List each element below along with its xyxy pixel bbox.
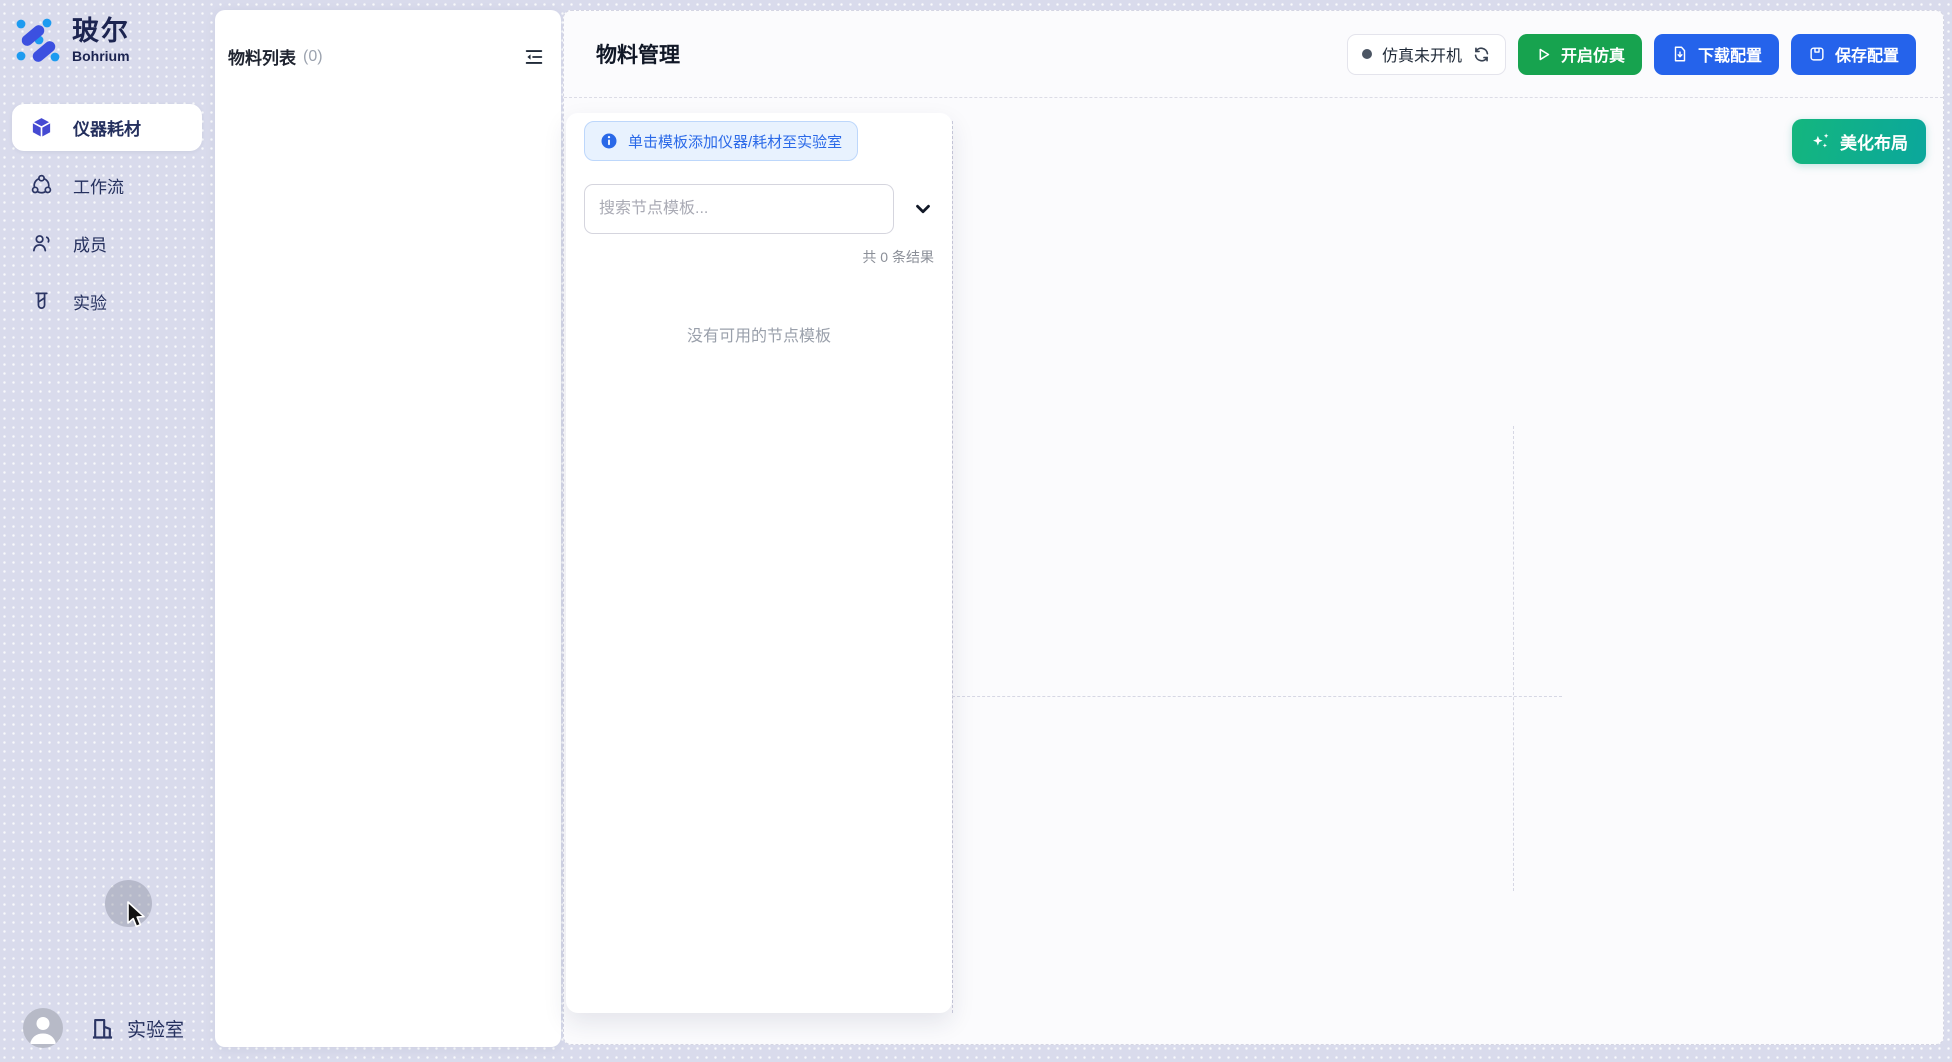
search-row [584,184,934,234]
empty-state-text: 没有可用的节点模板 [584,322,934,346]
members-icon [30,232,53,255]
sidebar-item-label: 工作流 [73,173,124,198]
materials-list-panel: 物料列表 (0) [215,10,561,1047]
page-title: 物料管理 [596,39,680,69]
cube-icon [30,116,53,139]
node-template-panel: 单击模板添加仪器/耗材至实验室 共 0 条结果 没有可用的节点模板 [566,113,952,1013]
sidebar: 玻尔 Bohrium 仪器耗材 工作流 [0,0,213,1062]
building-icon [89,1015,116,1042]
canvas-guide-line [1513,426,1514,891]
result-count: 共 0 条结果 [584,247,934,267]
hint-banner: 单击模板添加仪器/耗材至实验室 [584,121,858,161]
bohrium-logo-icon [14,16,62,64]
sidebar-item-instruments[interactable]: 仪器耗材 [12,104,202,151]
sidebar-footer: 实验室 [0,1008,213,1048]
info-icon [600,132,618,150]
sidebar-item-members[interactable]: 成员 [12,220,202,267]
brand: 玻尔 Bohrium [0,0,213,64]
canvas-guide-line [952,696,1562,697]
sidebar-item-label: 仪器耗材 [73,115,141,140]
header-actions: 仿真未开机 开启仿真 下载配 [1347,34,1916,75]
sidebar-item-label: 实验 [73,289,107,314]
simulation-status-pill: 仿真未开机 [1347,34,1506,75]
sparkles-icon [1810,131,1831,152]
sidebar-item-workflow[interactable]: 工作流 [12,162,202,209]
sidebar-menu: 仪器耗材 工作流 成员 实验 [0,104,213,336]
download-config-button[interactable]: 下载配置 [1654,34,1779,75]
sidebar-item-experiments[interactable]: 实验 [12,278,202,325]
lab-entry[interactable]: 实验室 [89,1015,184,1042]
refresh-icon[interactable] [1472,45,1491,64]
save-config-button[interactable]: 保存配置 [1791,34,1916,75]
lab-entry-label: 实验室 [127,1015,184,1042]
brand-name-en: Bohrium [72,49,130,63]
material-canvas[interactable]: 物料管理 仿真未开机 开启仿真 [563,10,1944,1045]
save-icon [1808,45,1826,63]
materials-list-title: 物料列表 [228,44,296,69]
file-download-icon [1671,45,1689,63]
materials-list-count: (0) [303,48,323,66]
experiment-icon [30,290,53,313]
canvas-header: 物料管理 仿真未开机 开启仿真 [564,11,1943,98]
hint-text: 单击模板添加仪器/耗材至实验室 [628,131,842,152]
materials-list-header: 物料列表 (0) [215,10,561,69]
search-input[interactable] [584,184,894,234]
brand-name-zh: 玻尔 [72,18,130,45]
workflow-icon [30,174,53,197]
collapse-panel-icon[interactable] [523,46,545,68]
status-dot-icon [1362,49,1372,59]
beautify-layout-button[interactable]: 美化布局 [1792,119,1926,164]
start-simulation-button[interactable]: 开启仿真 [1518,34,1642,75]
canvas-guide-line [952,121,953,1013]
simulation-status-text: 仿真未开机 [1382,42,1462,66]
avatar[interactable] [23,1008,63,1048]
sidebar-item-label: 成员 [73,231,107,256]
play-icon [1535,46,1552,63]
avatar-person-icon [23,1008,63,1048]
chevron-down-icon[interactable] [912,198,934,220]
